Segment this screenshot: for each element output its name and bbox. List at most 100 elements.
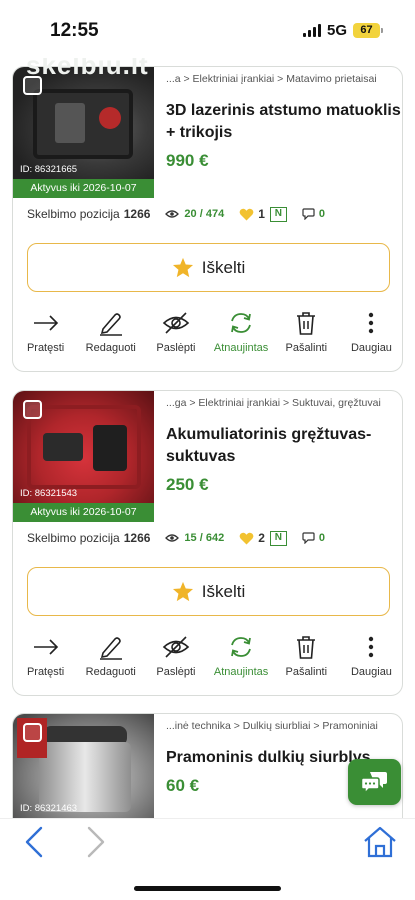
listing-stats: Skelbimo pozicija 1266 20 / 474 1 N 0 [27,205,397,223]
likes-count: 1 [258,207,265,221]
heart-icon [239,532,254,544]
delete-label: Pašalinti [285,666,328,678]
category-breadcrumb: ...ga > Elektriniai įrankiai > Suktuvai,… [166,397,381,409]
views-total: 642 [205,532,225,544]
back-button[interactable] [20,825,50,859]
likes-count: 2 [258,531,265,545]
renewed-label: Atnaujintas [213,666,269,678]
hide-label: Paslėpti [156,342,196,354]
signal-icon [302,24,321,37]
comment-icon [302,532,315,544]
promote-button[interactable]: Iškelti [27,243,390,292]
pencil-icon [99,313,122,336]
position-label: Skelbimo pozicija [27,207,120,221]
comment-icon [302,208,315,220]
promote-label: Iškelti [201,581,246,601]
more-button[interactable]: Daugiau [339,309,402,361]
select-checkbox[interactable] [23,400,42,419]
comments-stat: 0 [302,532,325,544]
listing-card[interactable]: ID: 86321543 Aktyvus iki 2026-10-07 ...g… [12,390,403,696]
home-icon [364,826,396,858]
home-indicator [134,886,281,891]
views-stat: 15 / 642 [165,532,224,544]
listing-price: 990 € [166,151,209,170]
battery-icon: 67 [353,23,383,38]
views-total: 474 [205,208,225,220]
comments-count: 0 [318,532,326,544]
listing-card[interactable]: ID: 86321665 Aktyvus iki 2026-10-07 ...a… [12,66,403,372]
listing-id: ID: 86321463 [20,803,78,814]
likes-stat: 2 N [239,530,287,546]
position-value: 1266 [123,207,151,221]
listing-id: ID: 86321543 [20,488,78,499]
edit-button[interactable]: Redaguoti [78,309,143,361]
arrow-right-icon [33,639,58,655]
battery-level: 67 [353,23,380,38]
eye-icon [165,210,180,218]
listing-title[interactable]: Akumuliatorinis gręžtuvas-suktuvas [166,424,402,468]
home-button[interactable] [362,825,398,859]
chat-icon [360,772,387,794]
active-until-badge: Aktyvus iki 2026-10-07 [13,503,154,522]
renewed-button[interactable]: Atnaujintas [209,309,274,361]
promote-label: Iškelti [201,257,246,277]
chevron-left-icon [25,826,43,858]
new-badge: N [269,206,287,222]
views-stat: 20 / 474 [165,208,224,220]
extend-label: Pratęsti [26,342,65,354]
trash-icon [297,636,316,659]
refresh-icon [231,313,251,333]
hide-label: Paslėpti [156,666,196,678]
select-checkbox[interactable] [23,723,42,742]
refresh-icon [231,637,251,657]
listing-thumbnail[interactable]: ID: 86321463 [13,714,154,818]
network-type: 5G [326,22,347,39]
hide-button[interactable]: Paslėpti [143,633,208,685]
active-until-badge: Aktyvus iki 2026-10-07 [13,179,154,198]
arrow-right-icon [33,315,58,331]
extend-button[interactable]: Pratęsti [13,633,78,685]
more-button[interactable]: Daugiau [339,633,402,685]
pencil-icon [99,637,122,660]
views-current: 15 [184,532,197,544]
listing-thumbnail[interactable]: ID: 86321543 [13,391,154,503]
chat-button[interactable] [348,759,401,805]
extend-label: Pratęsti [26,666,65,678]
status-time: 12:55 [50,20,99,41]
category-breadcrumb: ...inė technika > Dulkių siurbliai > Pra… [166,720,378,732]
delete-button[interactable]: Pašalinti [274,309,339,361]
status-bar: 12:55 5G 67 [0,0,415,58]
status-indicators: 5G 67 [302,22,383,39]
eye-icon [165,534,180,542]
position-label: Skelbimo pozicija [27,531,120,545]
listings-list[interactable]: ID: 86321665 Aktyvus iki 2026-10-07 ...a… [0,66,415,818]
listing-thumbnail[interactable]: ID: 86321665 [13,67,154,179]
listing-info: ...ga > Elektriniai įrankiai > Suktuvai,… [166,397,402,495]
forward-button[interactable] [80,825,110,859]
delete-label: Pašalinti [285,342,328,354]
listing-id: ID: 86321665 [20,164,78,175]
hide-button[interactable]: Paslėpti [143,309,208,361]
listing-title[interactable]: 3D lazerinis atstumo matuoklis + trikoji… [166,100,402,144]
more-label: Daugiau [350,342,392,354]
edit-button[interactable]: Redaguoti [78,633,143,685]
star-icon [172,581,193,602]
comments-count: 0 [318,208,326,220]
eye-slash-icon [162,636,190,658]
listing-card[interactable]: ID: 86321463 ...inė technika > Dulkių si… [12,713,403,818]
listing-stats: Skelbimo pozicija 1266 15 / 642 2 N 0 [27,529,397,547]
star-icon [172,257,193,278]
edit-label: Redaguoti [85,666,136,678]
listing-info: ...a > Elektriniai įrankiai > Matavimo p… [166,73,402,171]
more-label: Daugiau [350,666,392,678]
extend-button[interactable]: Pratęsti [13,309,78,361]
edit-label: Redaguoti [85,342,136,354]
listing-actions: Pratęsti Redaguoti Paslėpti Atnaujintas … [13,309,402,361]
renewed-button[interactable]: Atnaujintas [209,633,274,685]
listing-actions: Pratęsti Redaguoti Paslėpti Atnaujintas … [13,633,402,685]
renewed-label: Atnaujintas [213,342,269,354]
delete-button[interactable]: Pašalinti [274,633,339,685]
promote-button[interactable]: Iškelti [27,567,390,616]
trash-icon [297,312,316,335]
chevron-right-icon [87,826,105,858]
